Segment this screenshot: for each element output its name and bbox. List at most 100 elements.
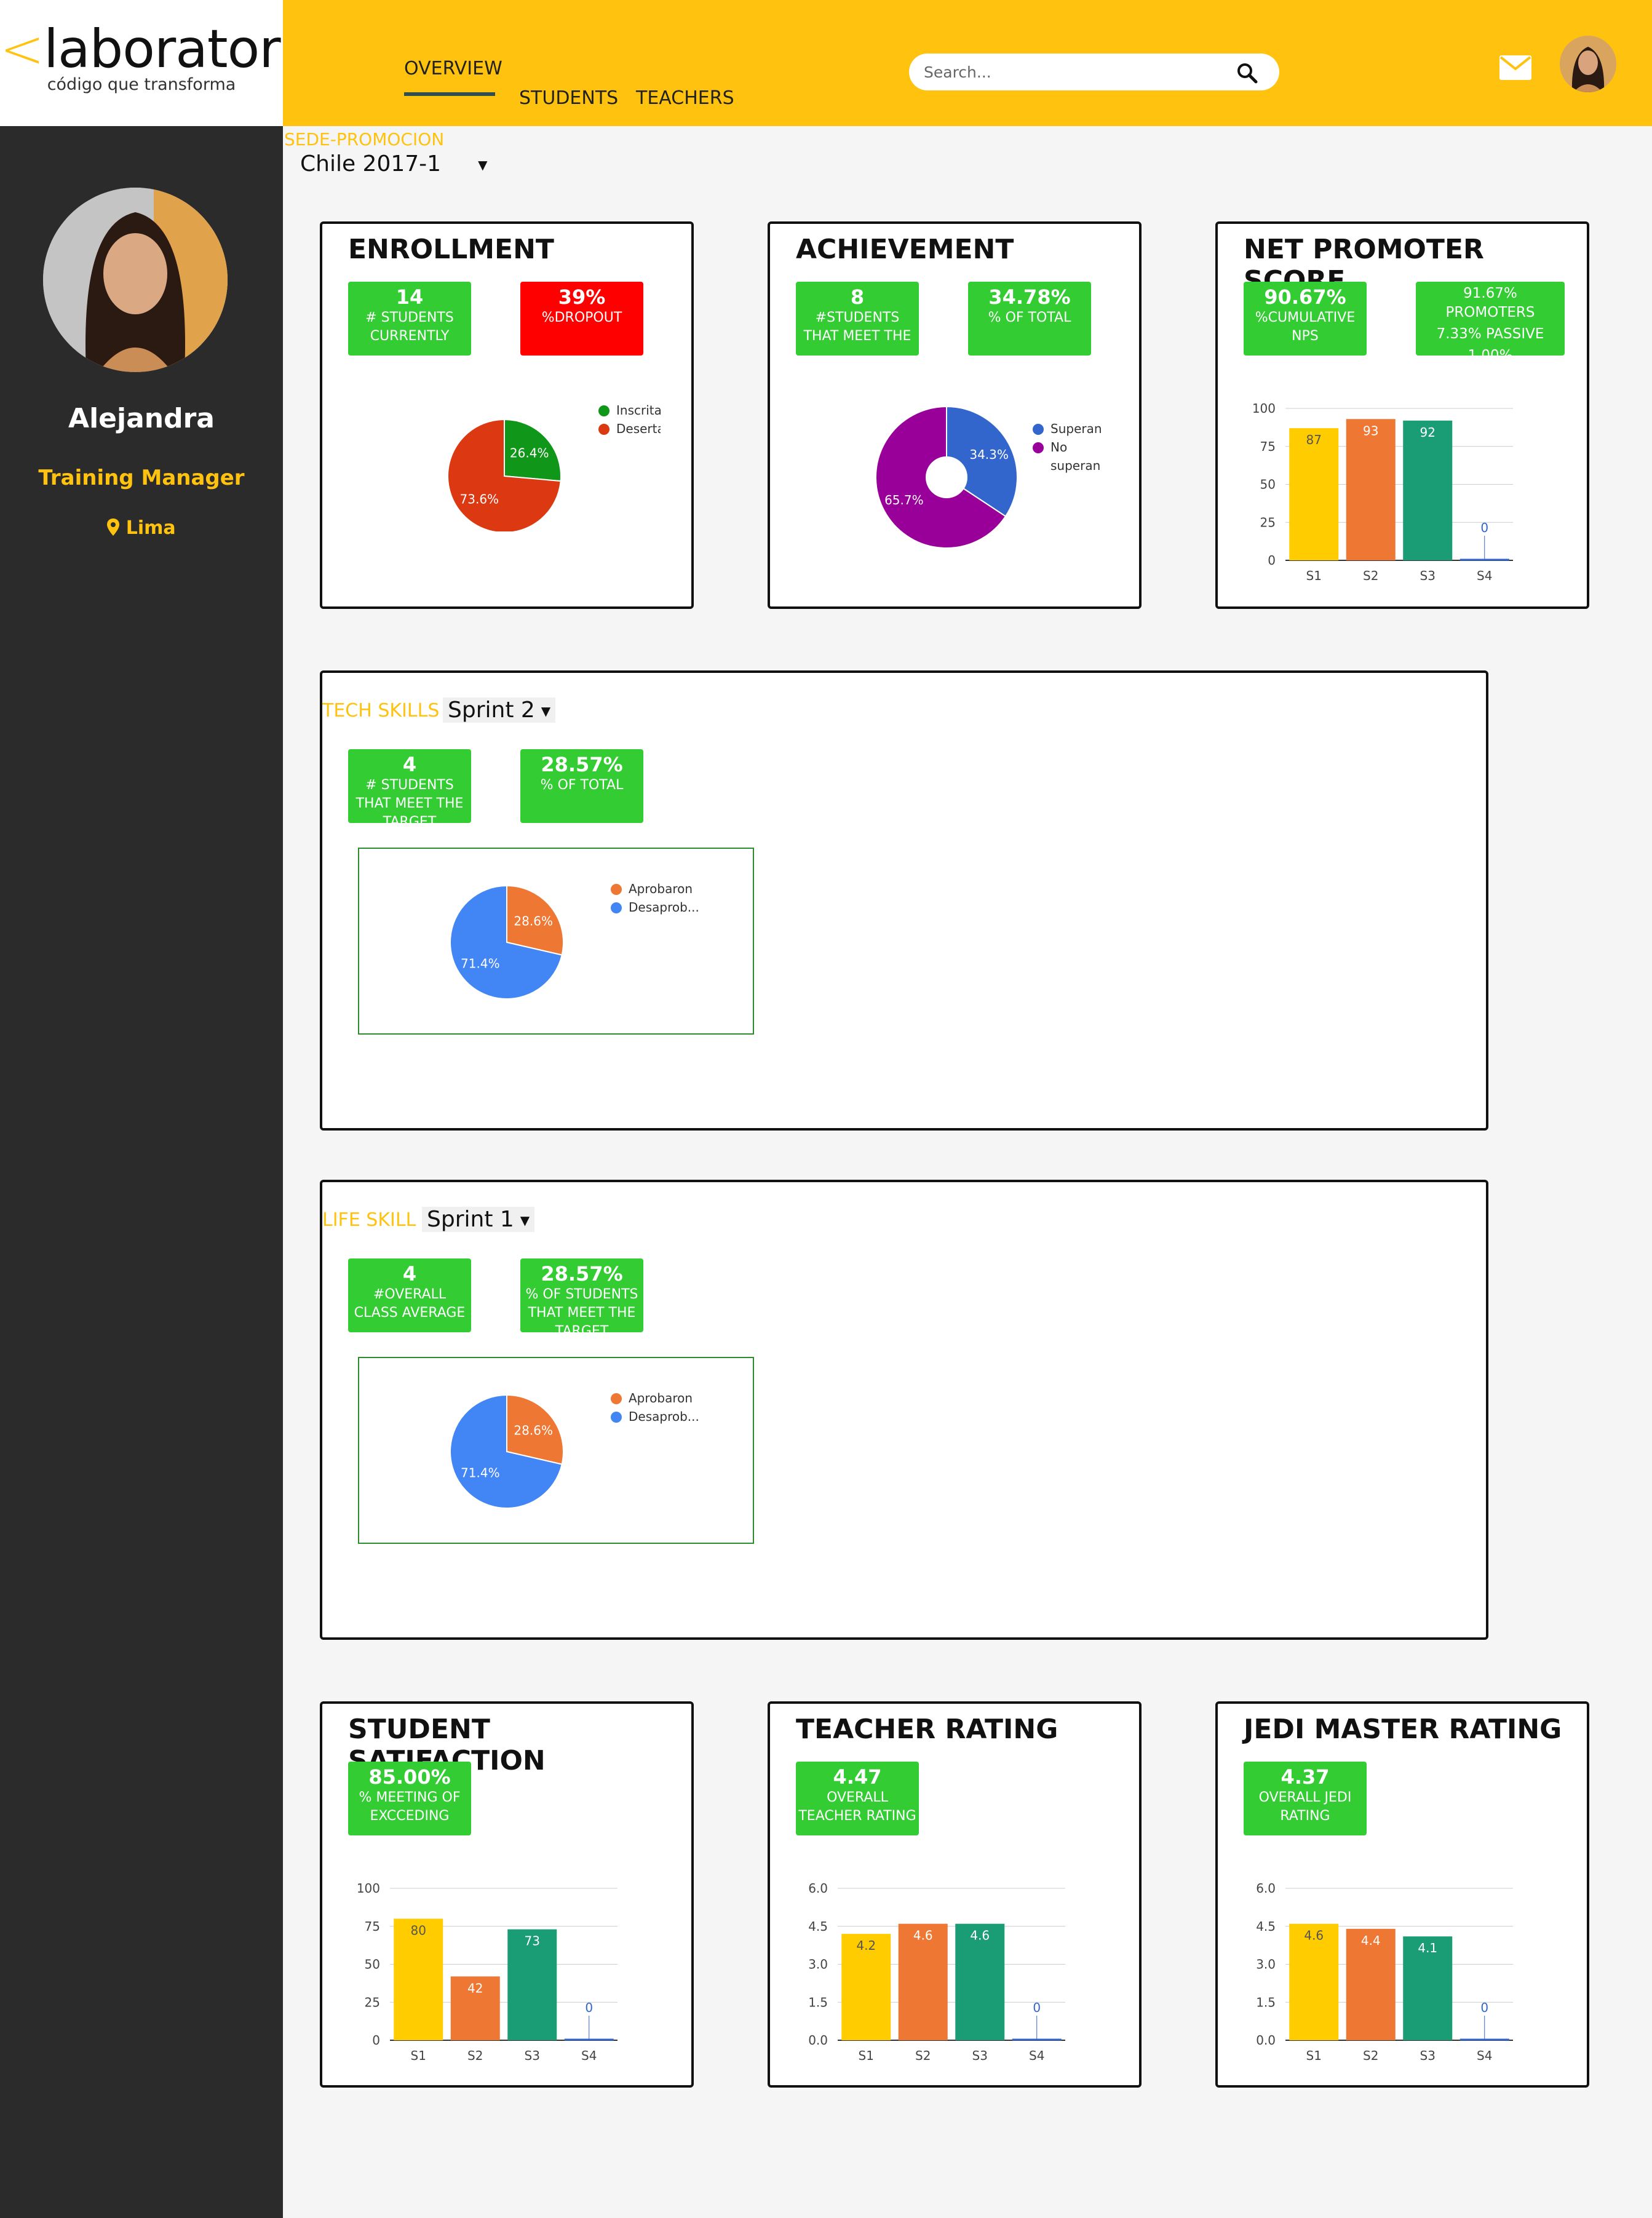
card-title: ACHIEVEMENT xyxy=(796,234,1014,265)
jedi-bar-chart: 0.0 1.5 3.0 4.5 6.0 4.6 S1 4.4 S2 4.1 S3 0 S4 xyxy=(1256,1881,1513,2063)
bar-value-label: 80 xyxy=(411,1923,426,1938)
legend-label: Aprobaron xyxy=(629,1391,693,1405)
tech-pie-chart: 28.6% 71.4% Aprobaron Desaprob... xyxy=(450,881,699,1000)
location-text: Lima xyxy=(125,517,176,539)
jedi-rating-tile: 4.37 OVERALL JEDI RATING xyxy=(1244,1762,1367,1835)
y-tick-label: 25 xyxy=(365,1995,380,2009)
life-skill-card: LIFE SKILL Sprint 1 ▼ 4 #OVERALL CLASS AV… xyxy=(320,1180,1488,1640)
nps-bar-chart: 0 25 50 75 100 87 S1 93 S2 92 S3 0 S4 xyxy=(1252,401,1513,583)
students-meet-tile: 8 #STUDENTS THAT MEET THE xyxy=(796,282,919,356)
y-tick-label: 0 xyxy=(1268,553,1276,568)
passive-text: 7.33% PASSIVE xyxy=(1436,326,1544,343)
y-tick-label: 6.0 xyxy=(808,1881,828,1896)
logo-wordmark: <laboratoria> xyxy=(0,18,370,80)
tech-percent-tile: 28.57% % OF TOTAL xyxy=(520,749,643,823)
tile-value: 34.78% xyxy=(988,285,1071,309)
search-box xyxy=(909,54,1279,90)
profile-photo xyxy=(43,188,228,372)
tab-teachers[interactable]: TEACHERS xyxy=(636,87,734,109)
life-average-tile: 4 #OVERALL CLASS AVERAGE xyxy=(348,1258,471,1332)
legend-dot xyxy=(611,902,622,913)
slice-label: 26.4% xyxy=(510,446,549,461)
logo-bracket-left: < xyxy=(0,18,44,80)
bar xyxy=(1403,420,1453,560)
card-title: ENROLLMENT xyxy=(348,234,554,265)
sede-select[interactable]: Chile 2017-1 ▼ xyxy=(300,151,487,177)
tab-overview[interactable]: OVERVIEW xyxy=(404,58,502,79)
tile-label: %CUMULATIVE NPS xyxy=(1255,310,1356,344)
y-tick-label: 1.5 xyxy=(1256,1995,1276,2009)
legend-dot xyxy=(611,884,622,895)
x-tick-label: S1 xyxy=(411,2048,426,2063)
user-avatar[interactable] xyxy=(1560,36,1616,92)
y-tick-label: 100 xyxy=(357,1881,380,1896)
teacher-rating-card: TEACHER RATING 4.47 OVERALL TEACHER RATI… xyxy=(768,1701,1142,2088)
jedi-rating-card: JEDI MASTER RATING 4.37 OVERALL JEDI RAT… xyxy=(1215,1701,1589,2088)
y-tick-label: 50 xyxy=(1260,477,1276,492)
x-tick-label: S1 xyxy=(1306,568,1322,583)
bar-value-label: 42 xyxy=(467,1981,483,1995)
tech-sprint-select[interactable]: Sprint 2 ▼ xyxy=(443,698,556,723)
dropdown-arrow-icon: ▼ xyxy=(478,157,488,172)
card-title: JEDI MASTER RATING xyxy=(1244,1714,1562,1745)
slice-label: 71.4% xyxy=(461,956,500,971)
achievement-card: ACHIEVEMENT 8 #STUDENTS THAT MEET THE 34… xyxy=(768,221,1142,609)
search-icon[interactable] xyxy=(1235,61,1260,85)
legend-label: Superan xyxy=(1050,421,1102,436)
slice-label: 28.6% xyxy=(514,914,553,929)
legend-dot xyxy=(1033,424,1044,435)
y-tick-label: 25 xyxy=(1260,515,1276,530)
sidebar: Alejandra Training Manager Lima xyxy=(0,126,283,2218)
tile-value: 8 xyxy=(850,285,865,309)
sprint-select-value: Sprint 1 xyxy=(427,1207,514,1232)
slice-label: 65.7% xyxy=(884,493,924,507)
dropout-tile: 39% %DROPOUT xyxy=(520,282,643,356)
y-tick-label: 1.5 xyxy=(808,1995,828,2009)
legend-dot xyxy=(611,1412,622,1423)
y-tick-label: 3.0 xyxy=(808,1957,828,1972)
x-tick-label: S4 xyxy=(581,2048,597,2063)
bar-value-label: 0 xyxy=(1480,520,1488,535)
tile-value: 90.67% xyxy=(1264,285,1346,309)
bar-value-label: 92 xyxy=(1420,425,1436,440)
mail-icon[interactable] xyxy=(1499,55,1531,80)
y-tick-label: 4.5 xyxy=(808,1919,828,1934)
search-input[interactable] xyxy=(924,60,1231,84)
tech-chart-frame: 28.6% 71.4% Aprobaron Desaprob... xyxy=(358,848,754,1035)
bar-value-label: 0 xyxy=(1480,2000,1488,2015)
bar-value-label: 0 xyxy=(585,2000,593,2015)
tile-value: 4 xyxy=(402,753,417,776)
life-percent-tile: 28.57% % OF STUDENTS THAT MEET THE TARGE… xyxy=(520,1258,643,1332)
legend-dot xyxy=(598,424,610,435)
teacher-rating-tile: 4.47 OVERALL TEACHER RATING xyxy=(796,1762,919,1835)
tile-label: #STUDENTS THAT MEET THE xyxy=(803,310,911,344)
legend-dot xyxy=(611,1393,622,1404)
y-tick-label: 4.5 xyxy=(1256,1919,1276,1934)
promoters-text: 91.67% PROMOTERS xyxy=(1445,285,1535,321)
tech-skills-card: TECH SKILLS Sprint 2 ▼ 4 # STUDENTS THAT … xyxy=(320,670,1488,1131)
x-tick-label: S4 xyxy=(1477,2048,1492,2063)
profile-location: Lima xyxy=(0,517,283,539)
profile-role: Training Manager xyxy=(38,466,245,490)
achievement-donut-chart: 34.3% 65.7% Superan No superan xyxy=(875,405,1102,549)
tile-value: 14 xyxy=(395,285,424,309)
logo-tagline: código que transforma xyxy=(47,75,236,94)
legend-label: No xyxy=(1050,440,1067,455)
tab-students[interactable]: STUDENTS xyxy=(519,87,618,109)
bar-value-label: 73 xyxy=(525,1934,540,1949)
legend-label: superan xyxy=(1050,458,1100,473)
y-tick-label: 75 xyxy=(1260,439,1276,454)
legend-label: Desaprob... xyxy=(629,1409,699,1424)
donut-hole xyxy=(926,456,967,498)
nps-card: NET PROMOTER SCORE 90.67% %CUMULATIVE NP… xyxy=(1215,221,1589,609)
life-sprint-select[interactable]: Sprint 1 ▼ xyxy=(422,1207,535,1232)
logo[interactable]: <laboratoria> código que transforma xyxy=(0,0,370,126)
tile-label: OVERALL JEDI RATING xyxy=(1258,1790,1352,1824)
x-tick-label: S4 xyxy=(1029,2048,1044,2063)
y-tick-label: 3.0 xyxy=(1256,1957,1276,1972)
sprint-select-value: Sprint 2 xyxy=(448,698,535,723)
y-tick-label: 0 xyxy=(372,2033,380,2048)
profile-name: Alejandra xyxy=(68,403,215,434)
x-tick-label: S2 xyxy=(915,2048,931,2063)
legend-dot xyxy=(1033,442,1044,453)
